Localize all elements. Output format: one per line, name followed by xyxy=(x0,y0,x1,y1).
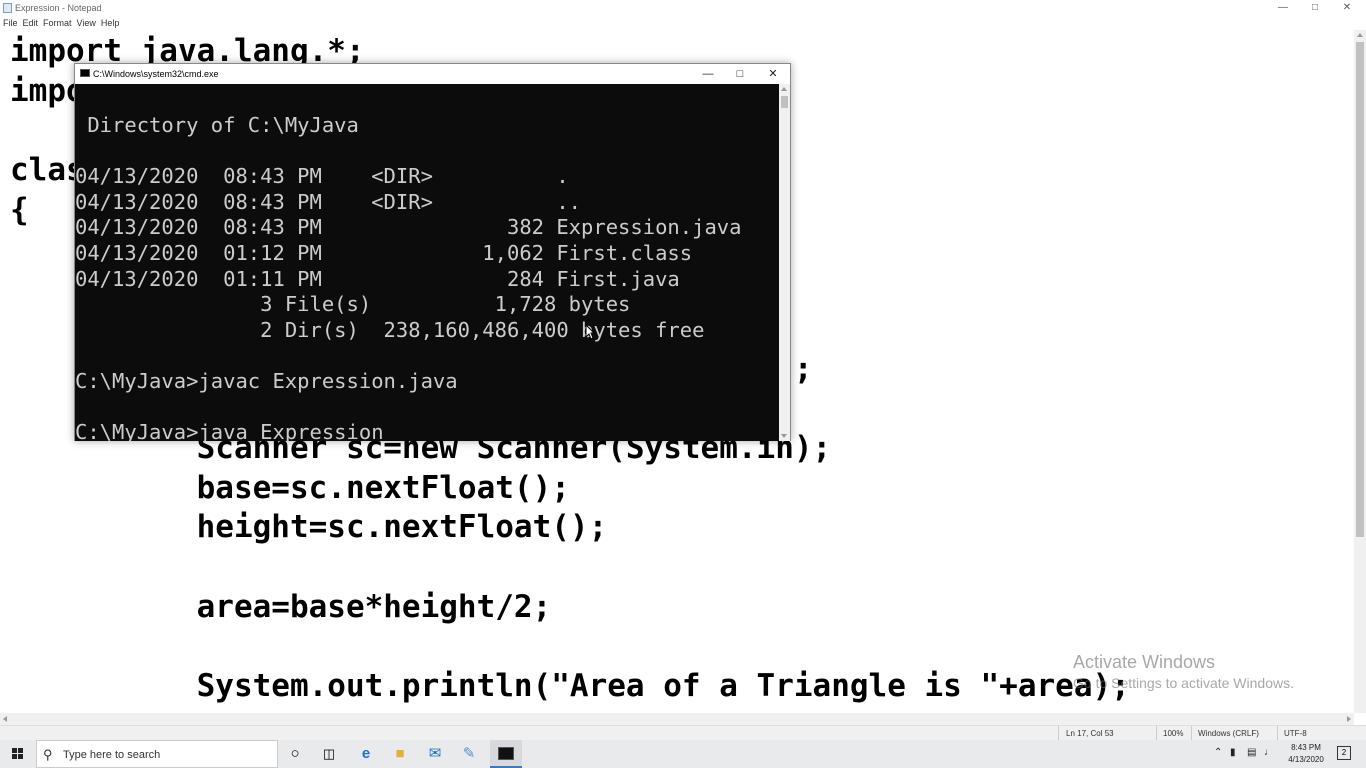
notepad-vertical-scrollbar[interactable] xyxy=(1354,30,1366,713)
scroll-left-icon[interactable] xyxy=(3,716,7,722)
cmd-taskbar-button[interactable] xyxy=(490,740,522,768)
cmd-title-bar[interactable]: C:\Windows\system32\cmd.exe — □ ✕ xyxy=(75,64,790,84)
scroll-right-icon[interactable] xyxy=(1347,716,1351,722)
edge-browser-icon[interactable]: e xyxy=(355,744,377,764)
status-zoom: 100% xyxy=(1163,729,1184,738)
taskbar: ⚲ Type here to search ○ ◫ e ■ ✉ ✎ ⌃ ▮ ▤ … xyxy=(0,740,1366,768)
taskbar-search-box[interactable]: ⚲ Type here to search xyxy=(36,740,278,768)
mail-icon[interactable]: ✉ xyxy=(424,744,446,764)
scroll-up-icon[interactable] xyxy=(1357,33,1363,37)
start-button[interactable] xyxy=(0,740,36,768)
scroll-thumb[interactable] xyxy=(1356,42,1364,537)
notepad-title: Expression - Notepad xyxy=(15,3,102,13)
cmd-window[interactable]: C:\Windows\system32\cmd.exe — □ ✕ Direct… xyxy=(74,63,791,441)
watermark-title: Activate Windows xyxy=(1073,652,1216,672)
clock-date: 4/13/2020 xyxy=(1288,755,1324,764)
network-icon[interactable]: ▤ xyxy=(1247,747,1256,758)
cmd-maximize-icon[interactable]: □ xyxy=(725,66,755,82)
cmd-vertical-scrollbar[interactable] xyxy=(779,84,790,441)
status-separator xyxy=(1191,726,1192,741)
windows-logo-icon xyxy=(12,748,24,760)
volume-icon[interactable]: ♩ xyxy=(1264,747,1274,758)
taskbar-clock[interactable]: 8:43 PM 4/13/2020 xyxy=(1281,742,1331,766)
close-icon[interactable]: ✕ xyxy=(1332,1,1362,15)
cmd-minimize-icon[interactable]: — xyxy=(693,66,723,82)
status-line-ending: Windows (CRLF) xyxy=(1198,729,1259,738)
notification-count: 2 xyxy=(1341,748,1347,757)
notification-center-icon[interactable]: 2 xyxy=(1337,746,1351,760)
menu-help[interactable]: Help xyxy=(101,16,120,30)
menu-format[interactable]: Format xyxy=(43,16,72,30)
clock-time: 8:43 PM xyxy=(1291,743,1321,752)
cmd-scroll-down-icon[interactable] xyxy=(781,434,787,438)
status-separator xyxy=(1277,726,1278,741)
notepad-taskbar-icon[interactable]: ✎ xyxy=(458,744,480,764)
cmd-app-icon xyxy=(80,69,90,77)
tray-overflow-icon[interactable]: ⌃ xyxy=(1214,747,1222,758)
menu-view[interactable]: View xyxy=(77,16,96,30)
maximize-icon[interactable]: □ xyxy=(1300,1,1330,15)
minimize-icon[interactable]: — xyxy=(1268,1,1298,15)
cmd-console[interactable]: Directory of C:\MyJava 04/13/2020 08:43 … xyxy=(75,84,779,441)
menu-file[interactable]: File xyxy=(3,16,18,30)
notepad-app-icon xyxy=(3,3,12,13)
cmd-output: Directory of C:\MyJava 04/13/2020 08:43 … xyxy=(75,113,742,441)
task-view-icon[interactable]: ◫ xyxy=(318,744,340,764)
watermark-subtitle: Go to Settings to activate Windows. xyxy=(1073,675,1294,691)
cmd-scroll-up-icon[interactable] xyxy=(781,87,787,91)
mouse-pointer-icon xyxy=(585,324,595,340)
search-icon: ⚲ xyxy=(43,747,53,762)
notepad-title-bar[interactable]: Expression - Notepad — □ ✕ xyxy=(0,0,1366,16)
cmd-taskbar-icon xyxy=(498,747,514,760)
cmd-title: C:\Windows\system32\cmd.exe xyxy=(93,69,219,79)
cmd-scroll-thumb[interactable] xyxy=(781,96,788,108)
battery-icon[interactable]: ▮ xyxy=(1230,747,1236,758)
notepad-status-bar: Ln 17, Col 53 100% Windows (CRLF) UTF-8 xyxy=(0,725,1366,741)
menu-edit[interactable]: Edit xyxy=(23,16,39,30)
notepad-horizontal-scrollbar[interactable] xyxy=(0,713,1354,725)
search-placeholder: Type here to search xyxy=(63,749,161,761)
cmd-close-icon[interactable]: ✕ xyxy=(758,66,788,82)
status-separator xyxy=(1156,726,1157,741)
cortana-icon[interactable]: ○ xyxy=(284,744,306,764)
file-explorer-icon[interactable]: ■ xyxy=(389,744,411,764)
status-separator xyxy=(1058,726,1059,741)
status-encoding: UTF-8 xyxy=(1284,729,1307,738)
notepad-menu-bar: File Edit Format View Help xyxy=(0,16,121,30)
status-position: Ln 17, Col 53 xyxy=(1066,729,1114,738)
activate-windows-watermark: Activate Windows Go to Settings to activ… xyxy=(1073,652,1294,691)
